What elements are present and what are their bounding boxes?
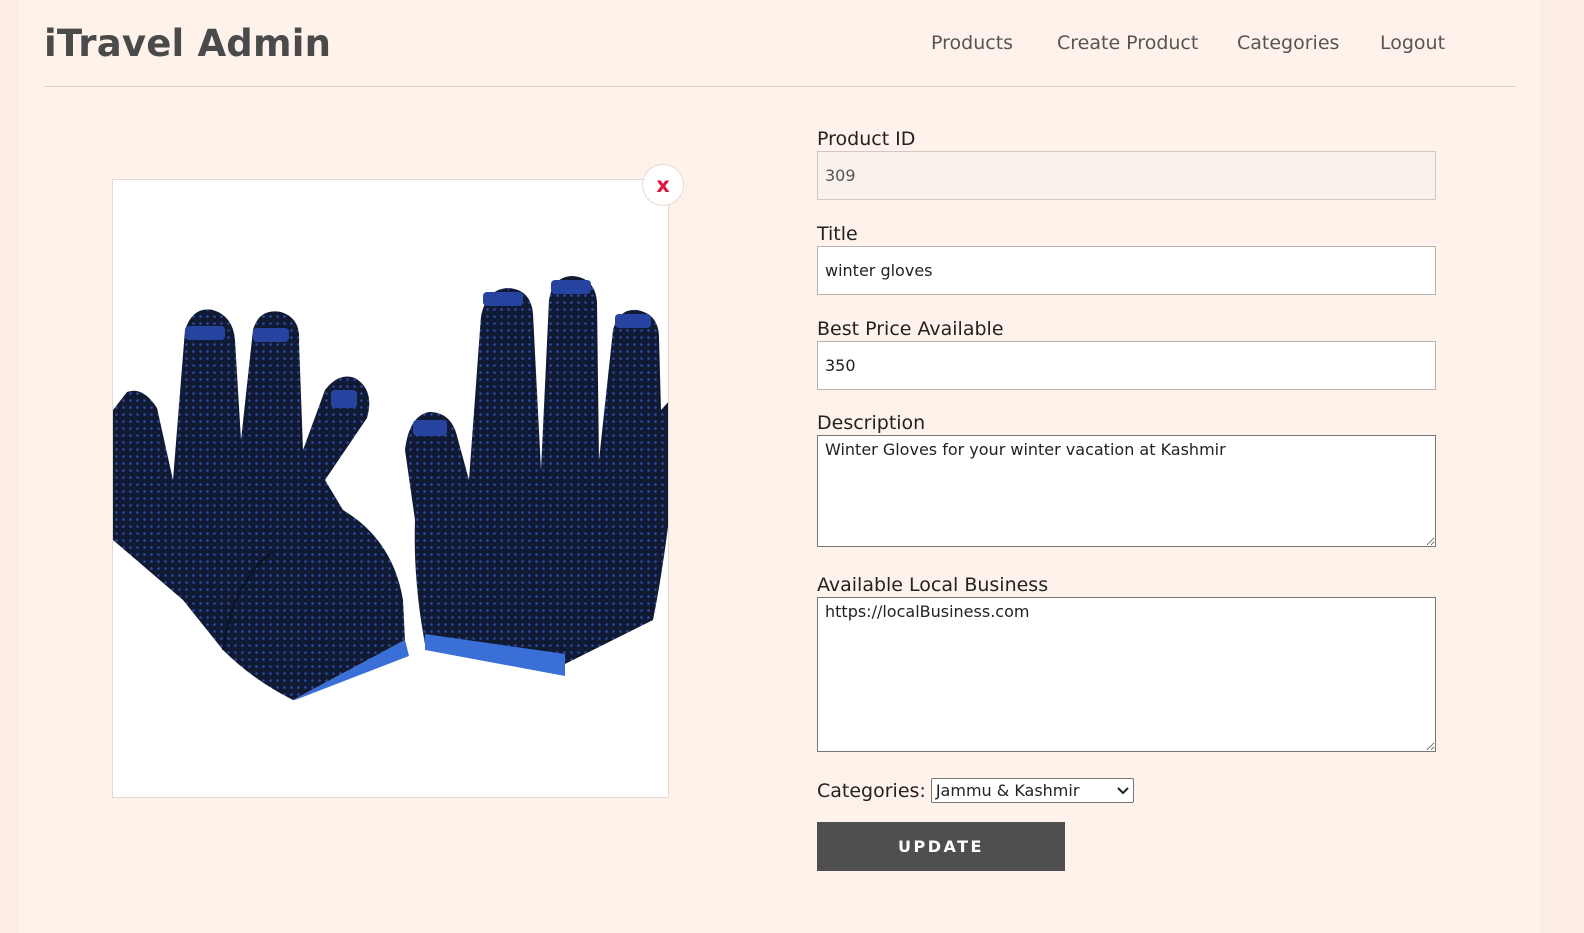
nav-logout[interactable]: Logout <box>1380 32 1445 54</box>
right-margin <box>1540 0 1584 933</box>
categories-label: Categories: <box>817 779 926 802</box>
brand-title: iTravel Admin <box>44 22 332 65</box>
gloves-icon <box>113 276 668 700</box>
product-id-label: Product ID <box>817 128 916 150</box>
categories-select[interactable]: Jammu & Kashmir <box>930 778 1134 803</box>
local-business-field[interactable]: https://localBusiness.com <box>817 597 1436 752</box>
update-button[interactable]: UPDATE <box>817 822 1065 871</box>
title-field[interactable] <box>817 246 1436 295</box>
nav-categories[interactable]: Categories <box>1237 32 1339 54</box>
remove-image-button[interactable]: x <box>642 164 684 206</box>
description-label: Description <box>817 412 926 434</box>
chevron-down-icon <box>1117 786 1129 794</box>
nav-products[interactable]: Products <box>931 32 1013 54</box>
product-id-field[interactable] <box>817 151 1436 200</box>
description-field[interactable]: Winter Gloves for your winter vacation a… <box>817 435 1436 547</box>
product-image <box>112 179 669 798</box>
price-label: Best Price Available <box>817 318 1004 340</box>
categories-row: Categories: Jammu & Kashmir <box>817 778 1134 803</box>
header-divider <box>44 86 1516 87</box>
categories-selected-value: Jammu & Kashmir <box>935 781 1080 800</box>
left-margin <box>0 0 18 933</box>
local-business-label: Available Local Business <box>817 574 1049 596</box>
title-label: Title <box>817 223 858 245</box>
price-field[interactable] <box>817 341 1436 390</box>
nav-create-product[interactable]: Create Product <box>1057 32 1198 54</box>
